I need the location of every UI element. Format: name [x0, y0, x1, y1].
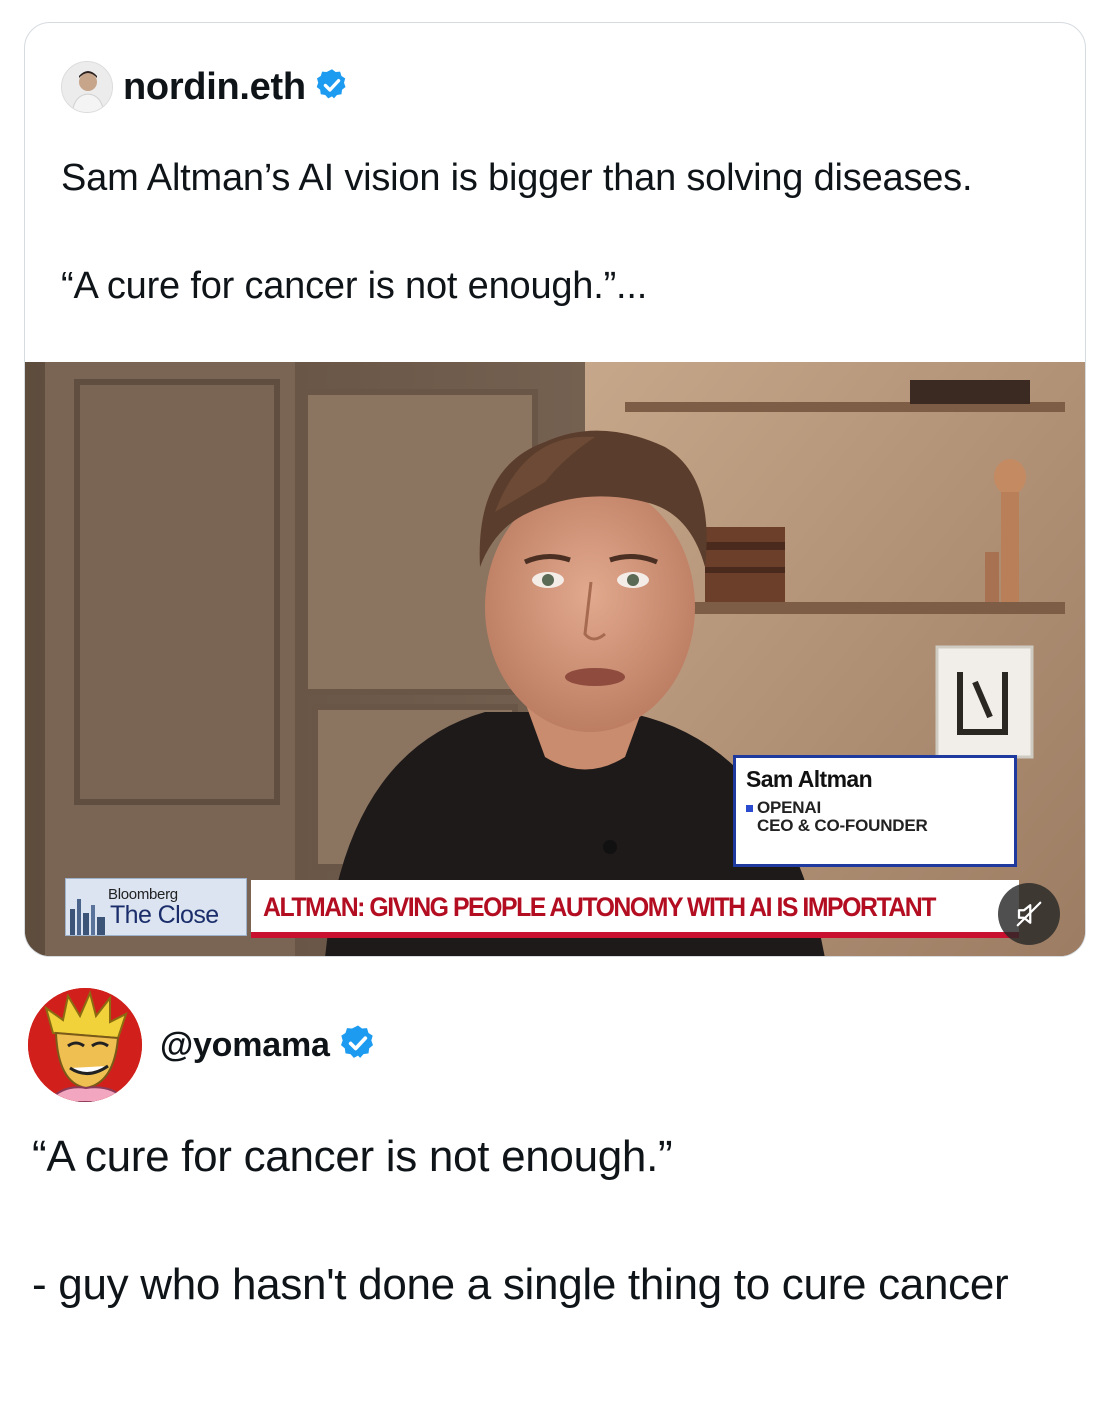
news-headline: ALTMAN: GIVING PEOPLE AUTONOMY WITH AI I…: [263, 892, 936, 922]
reply-punchline: - guy who hasn't done a single thing to …: [32, 1260, 1009, 1309]
speaker-org-label: OPENAI: [757, 798, 821, 817]
speaker-muted-icon: [1016, 901, 1042, 927]
quoted-post-header: nordin.eth: [61, 61, 350, 113]
reply-handle[interactable]: @yomama: [160, 1026, 330, 1065]
quoted-post-text: Sam Altman’s AI vision is bigger than so…: [61, 157, 973, 307]
video-player[interactable]: Sam Altman OPENAI CEO & CO-FOUNDER Bloom…: [25, 362, 1085, 956]
reply-avatar[interactable]: [28, 988, 142, 1102]
lower-third-caption: Sam Altman OPENAI CEO & CO-FOUNDER: [733, 755, 1017, 867]
show-logo: Bloomberg The Close: [65, 878, 247, 936]
speaker-role: CEO & CO-FOUNDER: [757, 816, 928, 835]
mute-toggle-button[interactable]: [998, 883, 1060, 945]
news-headline-bar: ALTMAN: GIVING PEOPLE AUTONOMY WITH AI I…: [251, 880, 1019, 938]
author-avatar[interactable]: [61, 61, 113, 113]
speaker-name: Sam Altman: [746, 766, 873, 792]
author-name[interactable]: nordin.eth: [123, 66, 306, 109]
quoted-post-card[interactable]: nordin.eth Sam Altman’s AI vision is big…: [24, 22, 1086, 957]
show-title: The Close: [110, 901, 219, 929]
verified-badge-icon: [338, 1023, 378, 1068]
reply-quote: “A cure for cancer is not enough.”: [32, 1132, 673, 1181]
reply-header: @yomama: [28, 988, 378, 1102]
video-frame: [25, 362, 1085, 956]
bullet-icon: [746, 804, 753, 812]
verified-badge-icon: [314, 67, 350, 108]
speaker-org: OPENAI: [746, 799, 1004, 817]
